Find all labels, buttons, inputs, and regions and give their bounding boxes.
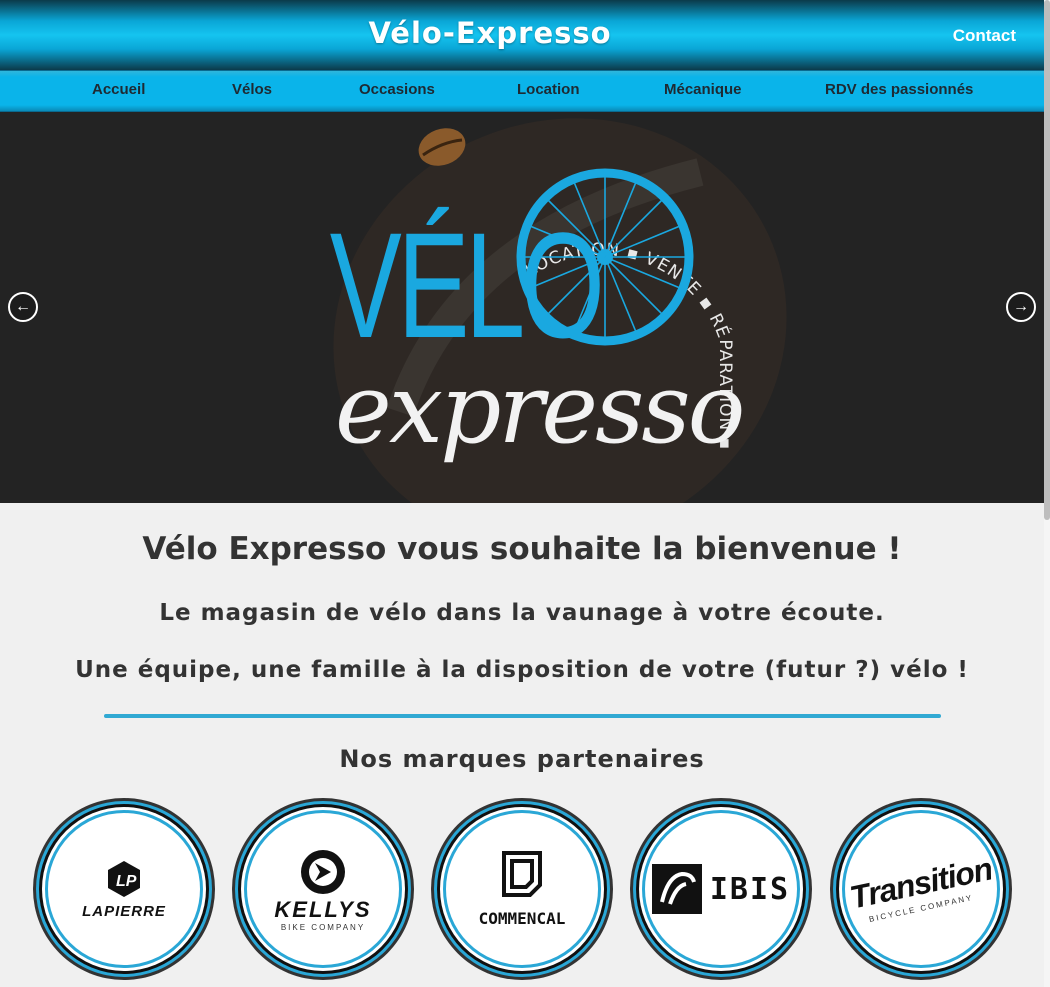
main-nav: Accueil Vélos Occasions Location Mécaniq… [0,70,1044,112]
lapierre-logo-icon: LP [108,860,140,897]
logo-expresso-text: expresso [335,353,742,465]
brand-name: LAPIERRE [82,902,166,920]
arrow-right-circle-icon[interactable]: → [1006,292,1036,322]
brand-name: KELLYS [274,896,372,922]
nav-item-rdv-passionnes[interactable]: RDV des passionnés [825,81,973,98]
bicycle-wheel-icon [516,168,694,346]
intro-line-2: Une équipe, une famille à la disposition… [75,657,969,683]
hero-carousel[interactable]: LOCATION ▪ VENTE ▪ RÉPARATION ▪ PAUSE-CA… [0,112,1044,503]
scrollbar[interactable] [1044,0,1050,987]
brand-name: IBIS [709,871,791,907]
intro-line-1: Le magasin de vélo dans la vaunage à vot… [159,600,885,626]
nav-item-occasions[interactable]: Occasions [359,81,435,98]
kellys-logo-icon [301,849,345,894]
header-bar: Vélo-Expresso Contact [0,0,1044,70]
site-title[interactable]: Vélo-Expresso [0,16,980,50]
scrollbar-thumb[interactable] [1044,0,1050,520]
nav-item-mecanique[interactable]: Mécanique [664,81,742,98]
arrow-left-circle-icon[interactable]: ← [8,292,38,322]
contact-link[interactable]: Contact [953,26,1016,46]
brand-name: COMMENCAL [478,908,566,928]
nav-item-location[interactable]: Location [517,81,580,98]
ibis-logo-icon [651,864,702,914]
brand-transition[interactable]: Transition BICYCLE COMPANY [839,807,1003,971]
hero-logo: LOCATION ▪ VENTE ▪ RÉPARATION ▪ PAUSE-CA… [0,112,787,503]
brand-ibis[interactable]: IBIS [639,807,803,971]
partners-heading: Nos marques partenaires [339,745,705,773]
nav-item-velos[interactable]: Vélos [232,81,272,98]
commencal-logo-icon [502,850,542,897]
section-divider [104,714,941,718]
brand-commencal[interactable]: COMMENCAL [440,807,604,971]
nav-item-accueil[interactable]: Accueil [92,81,145,98]
svg-text:LP: LP [116,873,137,890]
brand-lapierre[interactable]: LP LAPIERRE [42,807,206,971]
brand-subtitle: BIKE COMPANY [280,922,366,932]
brand-kellys[interactable]: KELLYS BIKE COMPANY [241,807,405,971]
logo-velo-text: VÉLO [330,202,601,370]
welcome-heading: Vélo Expresso vous souhaite la bienvenue… [142,531,902,567]
